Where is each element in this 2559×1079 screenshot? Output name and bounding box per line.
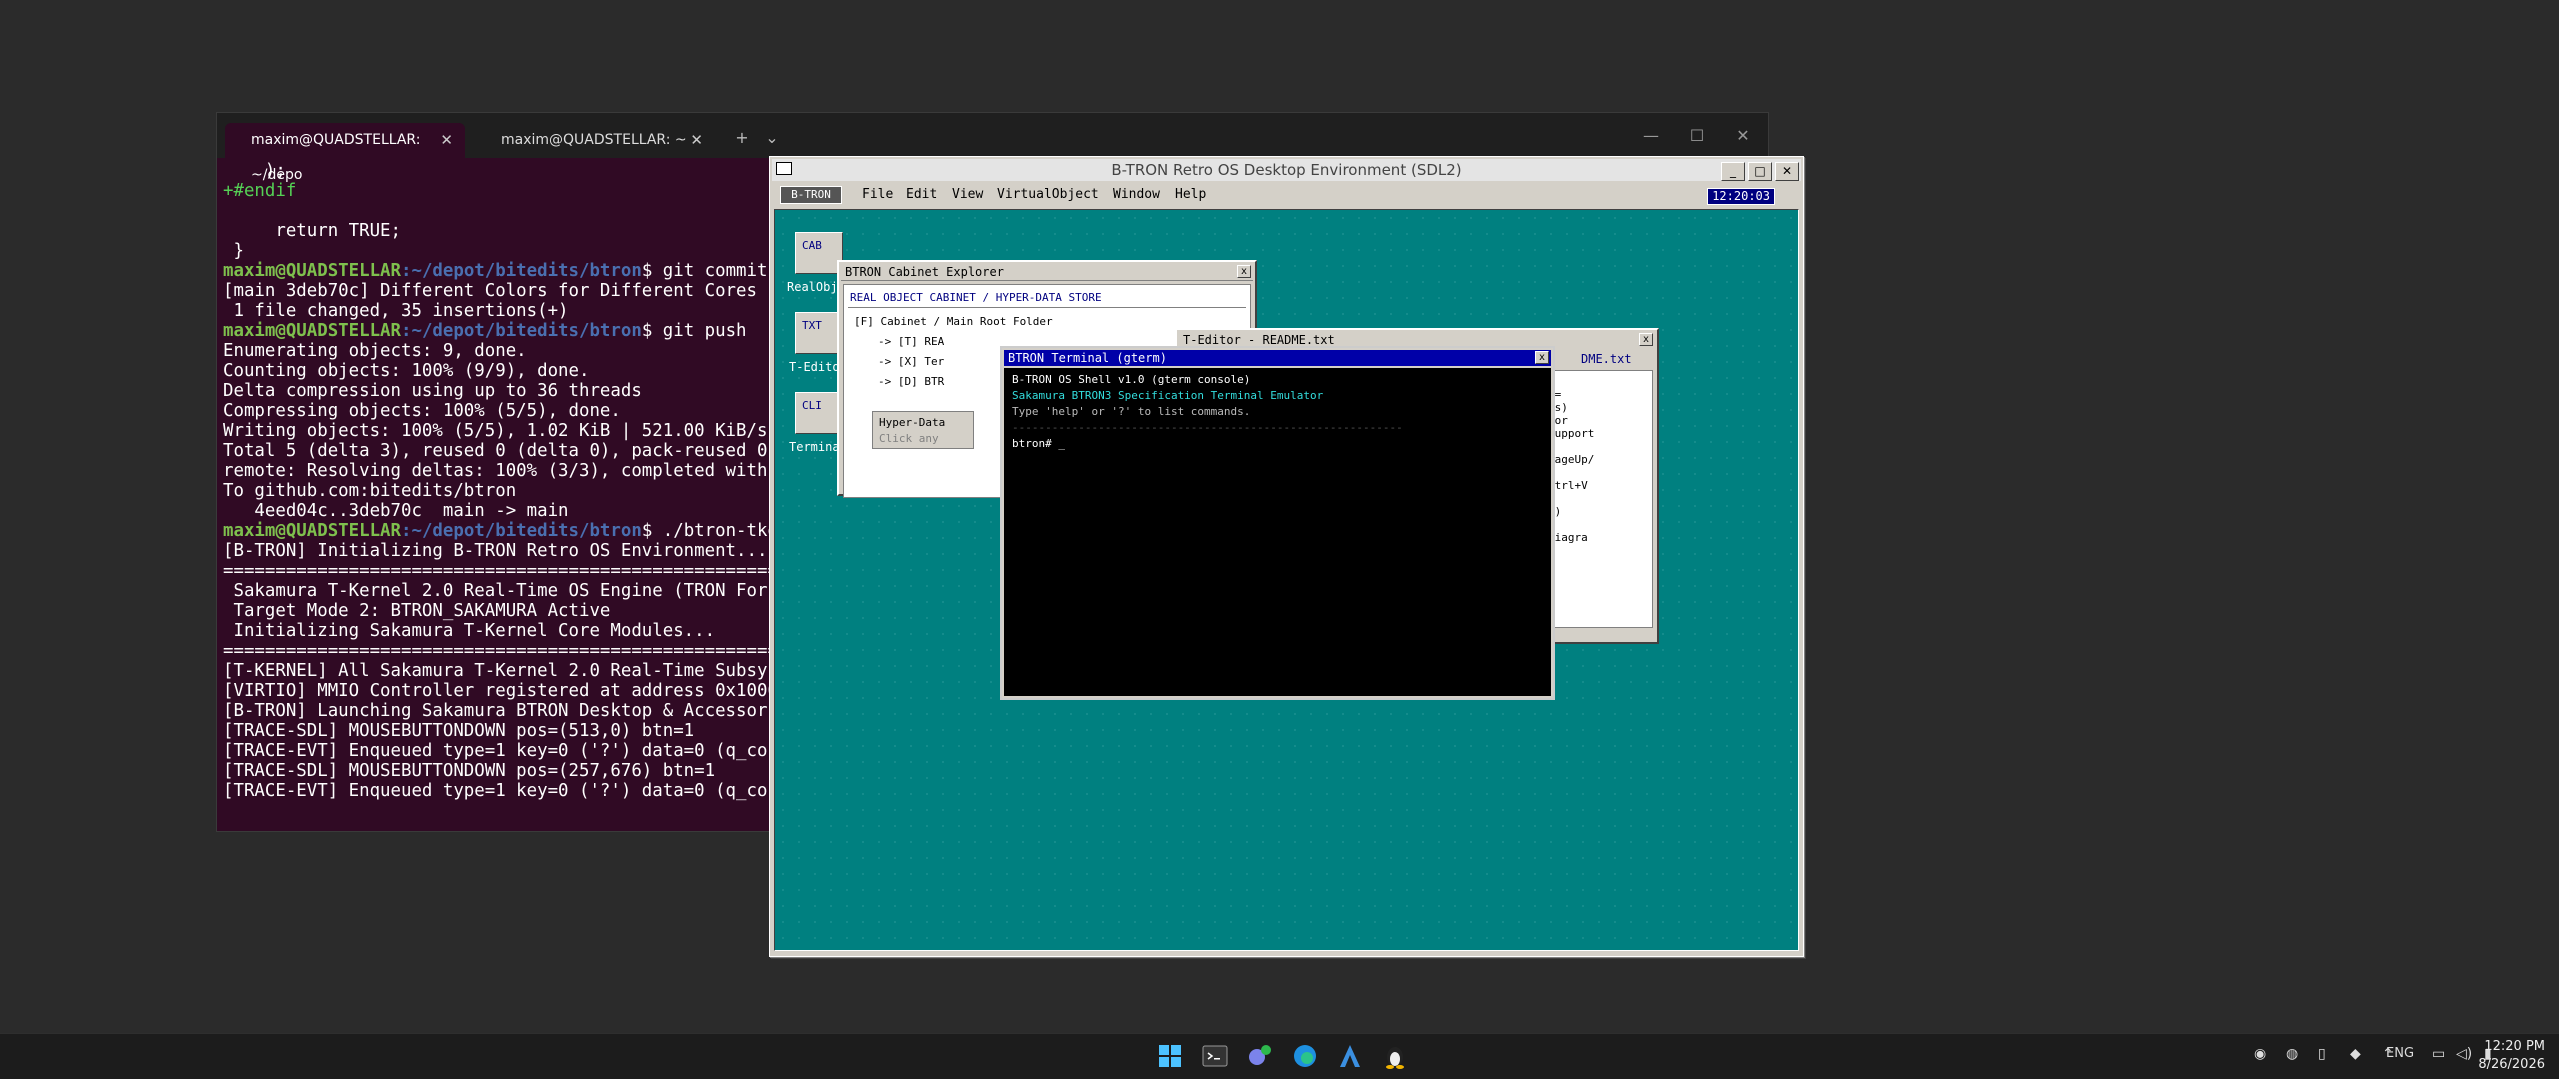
menu-help[interactable]: Help [1175, 183, 1206, 207]
btron-menubar: B-TRON File Edit View VirtualObject Wind… [772, 183, 1801, 207]
edge-icon[interactable] [1290, 1041, 1320, 1071]
close-button[interactable]: ✕ [1775, 162, 1799, 181]
app-a-icon[interactable] [1335, 1041, 1365, 1071]
prompt-user: maxim@QUADSTELLAR [223, 261, 401, 281]
teams-icon[interactable] [1245, 1041, 1275, 1071]
menu-window[interactable]: Window [1113, 183, 1160, 207]
terminal-titlebar[interactable]: maxim@QUADSTELLAR: ~/depo ✕ maxim@QUADST… [217, 113, 1768, 183]
minimize-button[interactable]: — [1628, 113, 1674, 158]
gterm-prompt[interactable]: btron# _ [1012, 436, 1543, 452]
realobject-icon[interactable]: CAB [795, 232, 843, 274]
icon-code: TXT [802, 319, 822, 332]
root-folder[interactable]: [F] Cabinet / Main Root Folder [854, 315, 1053, 328]
t-editor-icon[interactable]: TXT [795, 312, 843, 354]
t-editor-title: T-Editor - README.txt [1183, 333, 1335, 347]
clock-area[interactable]: 12:20 PM 8/26/2026 [2478, 1038, 2545, 1074]
menu-view[interactable]: View [952, 183, 983, 207]
close-tab-icon[interactable]: ✕ [440, 123, 453, 158]
taskbar-date: 8/26/2026 [2478, 1057, 2545, 1072]
tab-label: maxim@QUADSTELLAR: ~ [501, 132, 687, 148]
hyper-data-title: Hyper-Data [879, 416, 946, 429]
cabinet-header: REAL OBJECT CABINET / HYPER-DATA STORE [850, 291, 1102, 304]
maximize-button[interactable]: ☐ [1674, 113, 1720, 158]
menu-virtualobject[interactable]: VirtualObject [997, 183, 1099, 207]
close-icon[interactable]: x [1639, 333, 1653, 346]
tab-terminal-home[interactable]: maxim@QUADSTELLAR: ~ ✕ [475, 123, 715, 158]
prompt-path: :~/depot/bitedits/btron [401, 321, 642, 341]
terminal-app-icon[interactable] [1200, 1041, 1230, 1071]
prompt-user: maxim@QUADSTELLAR [223, 321, 401, 341]
prompt-path: :~/depot/bitedits/btron [401, 521, 642, 541]
cabinet-item[interactable]: -> [X] Ter [878, 355, 944, 368]
linux-tux-icon[interactable] [1380, 1041, 1410, 1071]
gterm-rule: ----------------------------------------… [1012, 421, 1403, 434]
hyper-data-hint: Click any [879, 432, 939, 445]
taskbar-time: 12:20 PM [2484, 1039, 2545, 1054]
tab-dropdown-button[interactable]: ⌄ [757, 123, 787, 153]
btron-logo[interactable]: B-TRON [780, 186, 842, 204]
prompt-command: $ git push [641, 321, 747, 341]
cabinet-title: BTRON Cabinet Explorer [845, 265, 1004, 279]
close-window-button[interactable]: ✕ [1720, 113, 1766, 158]
gterm-line: Type 'help' or '?' to list commands. [1012, 405, 1251, 418]
gterm-line: B-TRON OS Shell v1.0 (gterm console) [1012, 373, 1251, 386]
whatsapp-icon[interactable]: ◉ [2254, 1046, 2266, 1062]
gterm-console[interactable]: B-TRON OS Shell v1.0 (gterm console) Sak… [1004, 368, 1551, 696]
btron-window[interactable]: B-TRON Retro OS Desktop Environment (SDL… [769, 156, 1804, 957]
start-icon[interactable] [1155, 1041, 1185, 1071]
terminal-icon[interactable]: CLI [795, 392, 843, 434]
volume-icon[interactable]: ◁) [2456, 1046, 2472, 1062]
hyper-data-panel[interactable]: Hyper-Data Click any [872, 411, 974, 449]
btron-titlebar[interactable]: B-TRON Retro OS Desktop Environment (SDL… [772, 159, 1801, 181]
network-icon[interactable]: ▭ [2432, 1046, 2445, 1062]
tab-terminal-depot[interactable]: maxim@QUADSTELLAR: ~/depo ✕ [225, 123, 465, 183]
btron-title: B-TRON Retro OS Desktop Environment (SDL… [1111, 161, 1462, 179]
t-editor-filename: DME.txt [1581, 352, 1632, 366]
taskbar: ◉ ◍ ▯ ◆ ⌃ ENG ▭ ◁) ▮ 12:20 PM 8/26/2026 [0, 1033, 2559, 1079]
language-indicator[interactable]: ENG [2386, 1046, 2414, 1061]
gterm-window[interactable]: BTRON Terminal (gterm) x B-TRON OS Shell… [1000, 346, 1555, 700]
close-tab-icon[interactable]: ✕ [690, 123, 703, 158]
prompt-user: maxim@QUADSTELLAR [223, 521, 401, 541]
window-icon [776, 162, 792, 175]
menu-edit[interactable]: Edit [906, 183, 937, 207]
gterm-title: BTRON Terminal (gterm) [1008, 351, 1167, 365]
maximize-button[interactable]: □ [1748, 162, 1772, 181]
menu-file[interactable]: File [862, 183, 893, 207]
icon-code: CAB [802, 239, 822, 252]
minimize-button[interactable]: _ [1721, 162, 1745, 181]
cabinet-titlebar[interactable]: BTRON Cabinet Explorer x [841, 264, 1253, 281]
gterm-line: Sakamura BTRON3 Specification Terminal E… [1012, 389, 1324, 402]
new-tab-button[interactable]: + [727, 123, 757, 153]
clock: 12:20:03 [1707, 188, 1775, 205]
gterm-titlebar[interactable]: BTRON Terminal (gterm) x [1004, 350, 1551, 366]
close-icon[interactable]: x [1237, 265, 1251, 278]
teams-tray-icon[interactable]: ◍ [2286, 1046, 2298, 1062]
battery-icon[interactable]: ▯ [2318, 1046, 2326, 1062]
close-icon[interactable]: x [1535, 351, 1549, 364]
btron-desktop[interactable]: CAB RealObject TXT T-Editor CLI Terminal… [774, 209, 1799, 951]
cabinet-item[interactable]: -> [D] BTR [878, 375, 944, 388]
security-icon[interactable]: ◆ [2350, 1046, 2361, 1062]
icon-code: CLI [802, 399, 822, 412]
prompt-path: :~/depot/bitedits/btron [401, 261, 642, 281]
cabinet-item[interactable]: -> [T] REA [878, 335, 944, 348]
